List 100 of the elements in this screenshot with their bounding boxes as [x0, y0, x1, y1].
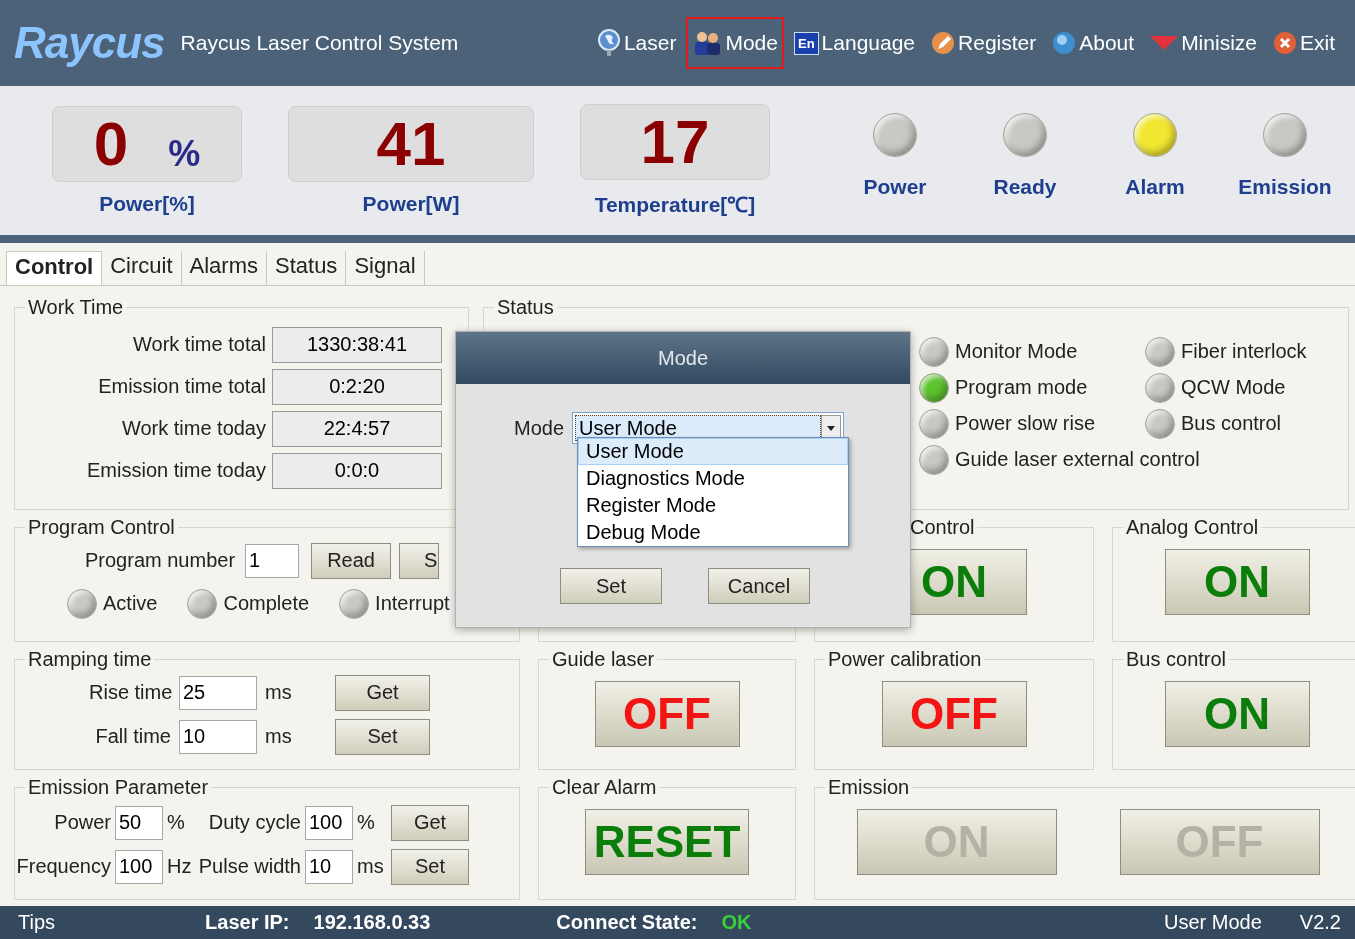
input-field[interactable]: 25 — [179, 675, 257, 710]
lamp-label: Active — [103, 592, 158, 616]
group-title: Emission — [827, 775, 911, 799]
group-title: Control — [909, 515, 976, 539]
pen-icon — [931, 31, 956, 56]
action-button[interactable]: Set — [335, 718, 430, 755]
connect-label: Connect State: — [556, 910, 698, 934]
lamp-label: Power slow rise — [955, 412, 1096, 436]
value-field: 0:0:0 — [272, 452, 442, 489]
readout-value: 41 — [376, 108, 446, 180]
unit-label: ms — [265, 681, 293, 705]
menu-item[interactable]: Mode — [686, 17, 784, 70]
value-field: 0:2:20 — [272, 368, 442, 405]
dropdown-option[interactable]: Register Mode — [578, 492, 848, 519]
action-button[interactable]: S — [399, 542, 440, 579]
group-title: Ramping time — [27, 647, 153, 671]
lamp-label: QCW Mode — [1181, 376, 1286, 400]
group-title: Bus control — [1125, 647, 1228, 671]
menu-item[interactable]: Exit — [1267, 17, 1341, 70]
dialog-button[interactable]: Cancel — [708, 568, 810, 604]
tab[interactable]: Status — [267, 251, 347, 285]
readout-value: 0 — [93, 108, 129, 180]
lamp-label: Monitor Mode — [955, 340, 1078, 364]
app-title: Raycus Laser Control System — [180, 31, 459, 56]
field-label: Power — [53, 811, 111, 835]
lamp-label: Bus control — [1181, 412, 1282, 436]
group-title: Power calibration — [827, 647, 983, 671]
readout-value: 17 — [640, 106, 710, 178]
lamp-label: Program mode — [955, 376, 1088, 400]
down-triangle-icon — [1150, 36, 1179, 51]
unit-label: % — [167, 811, 186, 835]
dropdown-option[interactable]: Debug Mode — [578, 519, 848, 546]
dropdown-option[interactable]: Diagnostics Mode — [578, 465, 848, 492]
tab[interactable]: Control — [6, 251, 103, 285]
readout-label: Power[W] — [362, 191, 460, 216]
value-field: 1330:38:41 — [272, 326, 442, 363]
menu-item[interactable]: En Language — [787, 17, 922, 70]
menu-item[interactable]: About — [1046, 17, 1141, 70]
field-label: Duty cycle — [207, 811, 301, 835]
unit-label: ms — [357, 855, 385, 879]
close-icon — [1273, 31, 1297, 56]
dialog-button[interactable]: Set — [560, 568, 662, 604]
field-label: Work time today — [121, 417, 266, 441]
mode-label: User Mode — [1164, 910, 1262, 934]
people-icon — [692, 30, 723, 57]
unit-label: ms — [265, 725, 293, 749]
lamp-label: Guide laser external control — [955, 448, 1200, 472]
ip-label: Laser IP: — [205, 910, 290, 934]
input-field[interactable]: 100 — [115, 849, 163, 884]
readout-unit: % — [168, 132, 201, 175]
field-label: Mode — [514, 416, 565, 440]
readout-label: Power[%] — [99, 191, 195, 216]
action-button[interactable]: Get — [391, 804, 469, 841]
group-title: Status — [496, 295, 555, 319]
indicator-label: Power — [863, 174, 927, 199]
group-title: Guide laser — [551, 647, 656, 671]
action-button[interactable]: Set — [391, 848, 469, 885]
field-label: Program number — [85, 549, 236, 573]
group-title: Analog Control — [1125, 515, 1260, 539]
field-label: Emission time total — [98, 375, 266, 399]
dropdown-option[interactable]: User Mode — [578, 438, 848, 465]
field-label: Frequency — [15, 855, 111, 879]
field-label: Pulse width — [197, 855, 301, 879]
indicator-label: Emission — [1238, 174, 1332, 199]
menu-item[interactable]: Minisize — [1144, 17, 1263, 70]
field-label: Rise time — [89, 681, 171, 705]
menu-item[interactable]: Laser — [590, 17, 683, 70]
menu-item[interactable]: Register — [925, 17, 1043, 70]
field-label: Work time total — [133, 333, 266, 357]
logo: Raycus — [14, 18, 165, 69]
connect-value: OK — [721, 910, 752, 934]
lamp-label: Interrupt — [375, 592, 450, 616]
tab[interactable]: Signal — [346, 251, 425, 285]
on-button[interactable]: ON — [1164, 548, 1310, 615]
tips-label: Tips — [18, 910, 56, 934]
input-field[interactable]: 100 — [305, 805, 353, 840]
indicator-label: Ready — [993, 174, 1057, 199]
group-title: Work Time — [27, 295, 125, 319]
input-field[interactable]: 1 — [245, 543, 300, 578]
unit-label: % — [357, 811, 376, 835]
input-field[interactable]: 10 — [305, 849, 353, 884]
tab[interactable]: Circuit — [102, 251, 182, 285]
unit-label: Hz — [167, 855, 193, 879]
value-field: 22:4:57 — [272, 410, 442, 447]
action-button[interactable]: Read — [311, 542, 392, 579]
readout-label: Temperature[℃] — [594, 191, 756, 218]
dialog-title: Mode — [456, 332, 910, 384]
input-field[interactable]: 10 — [179, 719, 257, 754]
input-field[interactable]: 50 — [115, 805, 163, 840]
lamp-label: Fiber interlock — [1181, 340, 1307, 364]
tab[interactable]: Alarms — [181, 251, 267, 285]
on-button[interactable]: ON — [1164, 680, 1310, 747]
on-button[interactable]: RESET — [584, 808, 750, 875]
lamp-label: Complete — [223, 592, 310, 616]
action-button[interactable]: Get — [335, 674, 430, 711]
group-title: Emission Parameter — [27, 775, 210, 799]
group-title: Clear Alarm — [551, 775, 658, 799]
language-icon: En — [793, 31, 819, 55]
field-label: Emission time today — [87, 459, 266, 483]
globe-icon — [596, 29, 621, 58]
